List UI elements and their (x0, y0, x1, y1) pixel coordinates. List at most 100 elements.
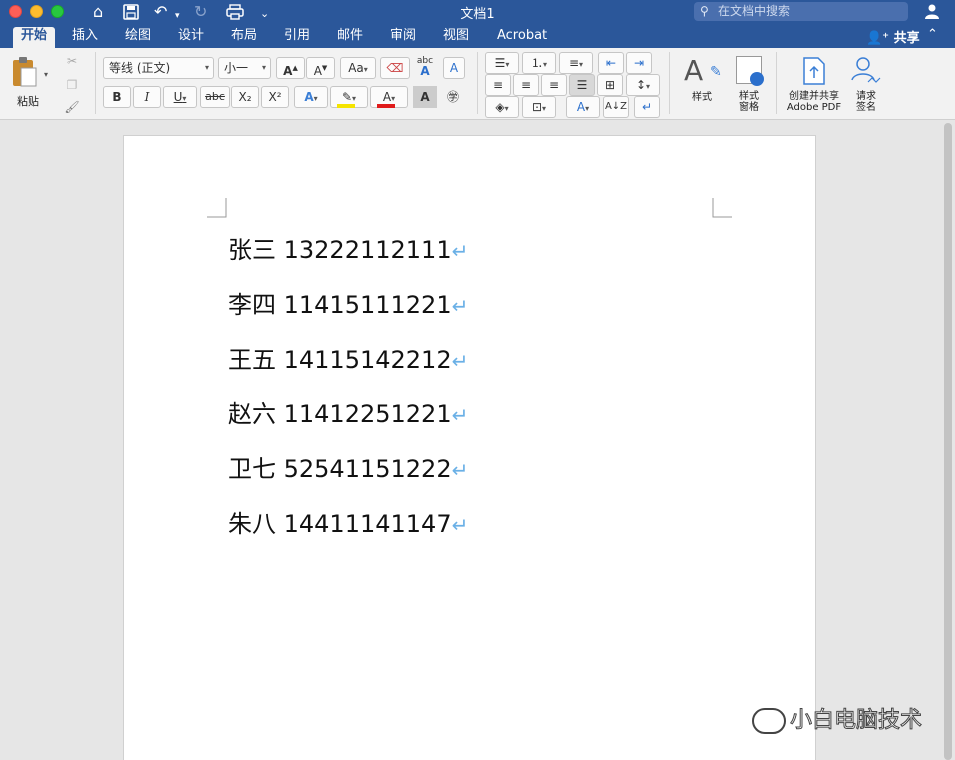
paste-menu-caret-icon[interactable]: ▾ (44, 70, 48, 79)
customize-toolbar-icon[interactable]: ⌄ (260, 4, 269, 24)
align-center-button[interactable]: ≡ (513, 74, 539, 96)
multilevel-list-button[interactable]: ≡▾ (559, 52, 593, 74)
font-name-select[interactable]: 等线 (正文) ▾ (103, 57, 214, 79)
font-size-value: 小一 (224, 61, 249, 75)
bold-button[interactable]: B (103, 86, 131, 108)
subscript-button[interactable]: X₂ (231, 86, 259, 108)
justify-button[interactable]: ☰ (569, 74, 595, 96)
styles-gallery-button[interactable]: A ✎ 样式 (680, 54, 724, 110)
document-page[interactable] (123, 135, 816, 760)
styles-pane-label-1: 样式 (739, 91, 759, 102)
account-icon[interactable] (922, 2, 942, 22)
tab-view[interactable]: 视图 (435, 27, 477, 48)
sort-button[interactable]: A↓Z (603, 96, 629, 118)
document-line[interactable]: 李四 11415111221↵ (228, 285, 468, 320)
line-spacing-button[interactable]: ↕▾ (626, 74, 660, 96)
collapse-ribbon-icon[interactable]: ⌃ (927, 27, 938, 42)
distributed-button[interactable]: ⊞ (597, 74, 623, 96)
font-color-swatch (377, 104, 395, 108)
paragraph-mark: ↵ (451, 513, 469, 537)
align-left-button[interactable]: ≡ (485, 74, 511, 96)
italic-button[interactable]: I (133, 86, 161, 108)
underline-button[interactable]: U▾ (163, 86, 197, 108)
home-icon[interactable]: ⌂ (93, 2, 103, 22)
paragraph-mark: ↵ (451, 239, 469, 263)
bullets-button[interactable]: ☰▾ (485, 52, 519, 74)
tab-draw[interactable]: 绘图 (117, 27, 159, 48)
share-button[interactable]: 👤⁺ 共享 (866, 27, 920, 46)
shading-button[interactable]: ◈▾ (485, 96, 519, 118)
close-window-button[interactable] (9, 5, 22, 18)
paste-label: 粘贴 (17, 95, 39, 108)
margin-corner-mark (712, 198, 732, 218)
document-line[interactable]: 赵六 11412251221↵ (228, 394, 468, 429)
decrease-indent-button[interactable]: ⇤ (598, 52, 624, 74)
phonetic-guide-icon[interactable]: abc A (412, 55, 438, 77)
paragraph-mark: ↵ (451, 349, 469, 373)
copy-icon[interactable]: ❐ (63, 74, 81, 96)
font-size-select[interactable]: 小一 ▾ (218, 57, 271, 79)
minimize-window-button[interactable] (30, 5, 43, 18)
ribbon-tab-bar: 开始 插入 绘图 设计 布局 引用 邮件 审阅 视图 Acrobat 👤⁺ 共享… (0, 24, 955, 48)
format-painter-icon[interactable]: 🖌 (63, 96, 81, 118)
request-signature-button[interactable]: 请求 签名 (847, 54, 885, 114)
align-right-button[interactable]: ≡ (541, 74, 567, 96)
text-direction-button[interactable]: A▾ (566, 96, 600, 118)
increase-indent-button[interactable]: ⇥ (626, 52, 652, 74)
create-share-pdf-button[interactable]: 创建并共享 Adobe PDF (783, 54, 845, 114)
tab-layout[interactable]: 布局 (223, 27, 265, 48)
grow-font-button[interactable]: A▲ (276, 57, 305, 79)
search-input[interactable]: ⚲ 在文档中搜索 (694, 2, 908, 21)
tab-review[interactable]: 审阅 (382, 27, 424, 48)
enclose-characters-icon[interactable]: ㊫ (440, 86, 466, 108)
search-placeholder: 在文档中搜索 (718, 4, 791, 18)
font-color-button[interactable]: A▾ (370, 86, 408, 108)
numbering-button[interactable]: ⒈▾ (522, 52, 556, 74)
document-line[interactable]: 张三 13222112111↵ (228, 230, 468, 265)
brush-icon: ✎ (710, 64, 722, 80)
cut-icon[interactable]: ✂ (63, 50, 81, 72)
highlighter-icon: ✎ (341, 90, 353, 104)
save-icon[interactable] (123, 2, 139, 25)
show-paragraph-marks-button[interactable]: ↵ (634, 96, 660, 118)
character-border-icon[interactable]: A (443, 57, 465, 79)
title-bar: ⌂ ↶ ▾ ↻ ⌄ 文档1 ⚲ 在文档中搜索 (0, 0, 955, 24)
undo-menu-caret-icon[interactable]: ▾ (175, 6, 180, 26)
tab-home[interactable]: 开始 (13, 27, 56, 48)
line-text: 王五 14115142212 (228, 346, 452, 374)
document-line[interactable]: 王五 14115142212↵ (228, 340, 468, 375)
tab-mailings[interactable]: 邮件 (329, 27, 371, 48)
document-line[interactable]: 卫七 52541151222↵ (228, 449, 468, 484)
redo-icon[interactable]: ↻ (194, 2, 207, 22)
request-sign-label-2: 签名 (856, 102, 876, 113)
strikethrough-button[interactable]: abc (200, 86, 230, 108)
vertical-scrollbar[interactable] (941, 121, 955, 760)
tab-acrobat[interactable]: Acrobat (489, 27, 555, 48)
styles-pane-button[interactable]: 样式 窗格 (730, 54, 768, 114)
create-pdf-label-1: 创建并共享 (789, 91, 839, 102)
tab-references[interactable]: 引用 (276, 27, 318, 48)
signature-icon (851, 57, 881, 83)
margin-corner-mark (207, 198, 227, 218)
tab-design[interactable]: 设计 (170, 27, 212, 48)
borders-button[interactable]: ⊡▾ (522, 96, 556, 118)
pdf-share-icon (803, 57, 825, 85)
highlight-color-button[interactable]: ✎▾ (330, 86, 368, 108)
print-icon[interactable] (226, 2, 244, 25)
zoom-window-button[interactable] (51, 5, 64, 18)
text-effects-button[interactable]: A▾ (294, 86, 328, 108)
line-text: 张三 13222112111 (228, 236, 452, 264)
clear-formatting-icon[interactable]: ⌫ (380, 57, 410, 79)
line-text: 朱八 14411141147 (228, 510, 452, 538)
styles-icon: A (684, 54, 704, 87)
tab-insert[interactable]: 插入 (64, 27, 106, 48)
scroll-thumb[interactable] (944, 123, 952, 760)
superscript-button[interactable]: X² (261, 86, 289, 108)
document-line[interactable]: 朱八 14411141147↵ (228, 504, 468, 539)
shrink-font-button[interactable]: A▼ (306, 57, 335, 79)
divider (95, 52, 96, 114)
undo-icon[interactable]: ↶ (154, 2, 167, 22)
paste-button[interactable]: ▾ 粘贴 (8, 54, 48, 108)
change-case-button[interactable]: Aa▾ (340, 57, 376, 79)
character-shading-button[interactable]: A (413, 86, 437, 108)
